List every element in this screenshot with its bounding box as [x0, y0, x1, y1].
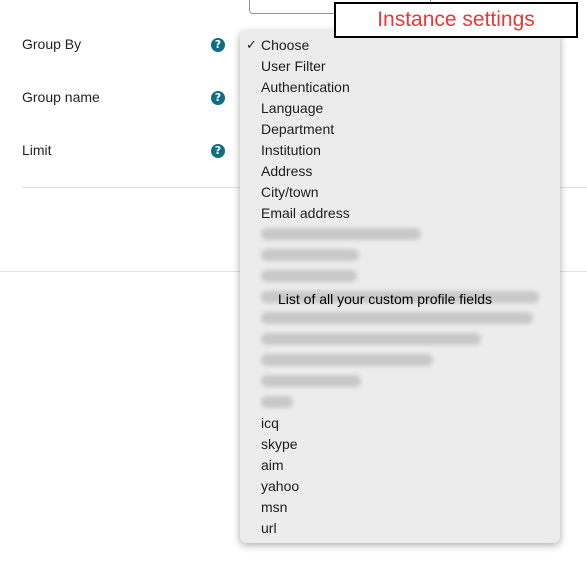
group-by-label: Group By	[22, 36, 82, 52]
option-department[interactable]: Department	[261, 120, 334, 138]
group-name-label: Group name	[22, 89, 100, 105]
option-user-filter[interactable]: User Filter	[261, 57, 326, 75]
limit-help-icon[interactable]: ?	[211, 144, 225, 158]
option-email-address[interactable]: Email address	[261, 204, 350, 222]
option-address[interactable]: Address	[261, 162, 312, 180]
group-by-help-icon[interactable]: ?	[211, 38, 225, 52]
blurred-option[interactable]	[261, 375, 361, 387]
blurred-option[interactable]	[261, 396, 293, 408]
checkmark-icon: ✓	[246, 37, 257, 52]
blurred-option[interactable]	[261, 228, 421, 240]
option-url[interactable]: url	[261, 519, 277, 537]
option-language[interactable]: Language	[261, 99, 323, 117]
instance-settings-callout: Instance settings	[334, 2, 578, 38]
option-choose[interactable]: Choose	[261, 36, 309, 54]
option-yahoo[interactable]: yahoo	[261, 477, 299, 495]
group-name-help-icon[interactable]: ?	[211, 91, 225, 105]
option-authentication[interactable]: Authentication	[261, 78, 350, 96]
blurred-option[interactable]	[261, 333, 481, 345]
blurred-option[interactable]	[261, 354, 433, 366]
option-icq[interactable]: icq	[261, 414, 279, 432]
option-msn[interactable]: msn	[261, 498, 287, 516]
option-institution[interactable]: Institution	[261, 141, 321, 159]
option-city-town[interactable]: City/town	[261, 183, 319, 201]
custom-fields-note: List of all your custom profile fields	[278, 291, 492, 307]
blurred-option[interactable]	[261, 312, 533, 324]
group-by-dropdown-list[interactable]: ✓ Choose User Filter Authentication Lang…	[240, 31, 560, 543]
option-skype[interactable]: skype	[261, 435, 298, 453]
blurred-option[interactable]	[261, 270, 357, 282]
limit-label: Limit	[22, 142, 52, 158]
page: Group By Group name Limit ? ? ? ✓ Choose…	[0, 0, 587, 562]
option-aim[interactable]: aim	[261, 456, 284, 474]
blurred-option[interactable]	[261, 249, 359, 261]
